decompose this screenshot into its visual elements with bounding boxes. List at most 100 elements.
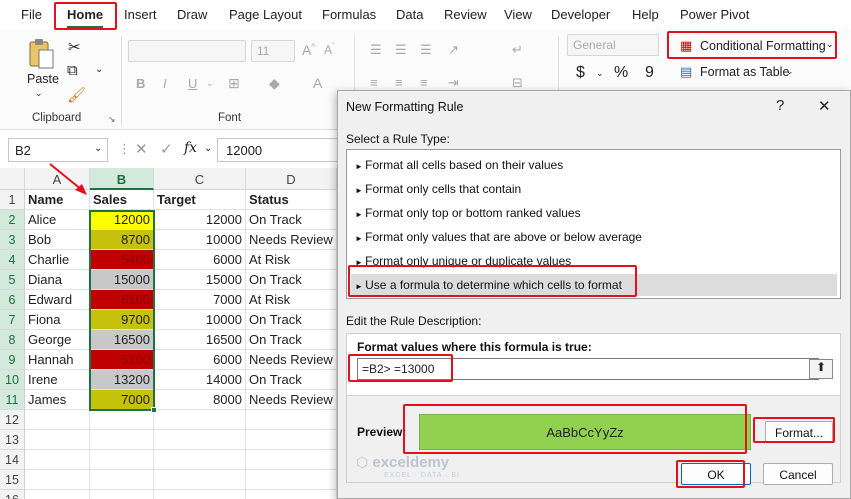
collapse-dialog-icon[interactable]: ⬆ xyxy=(809,359,833,379)
align-center-icon[interactable]: ≡ xyxy=(395,75,403,90)
cell-c11[interactable]: 8000 xyxy=(154,390,246,410)
row-header[interactable]: 4 xyxy=(0,250,25,270)
confirm-entry-icon[interactable]: ✓ xyxy=(160,140,173,158)
row-header[interactable]: 14 xyxy=(0,450,25,470)
cell-d5[interactable]: On Track xyxy=(246,270,337,290)
underline-dropdown-icon[interactable]: ⌄ xyxy=(206,78,214,89)
cell-a6[interactable]: Edward xyxy=(25,290,90,310)
cell-b2[interactable]: 12000 xyxy=(90,210,154,230)
row-header[interactable]: 12 xyxy=(0,410,25,430)
cell-d6[interactable]: At Risk xyxy=(246,290,337,310)
paste-dropdown-icon[interactable]: ⌄ xyxy=(35,88,43,99)
select-all-corner[interactable] xyxy=(0,168,25,190)
wrap-text-icon[interactable]: ↵ xyxy=(512,42,523,58)
paste-button[interactable]: Paste xyxy=(27,72,59,86)
format-as-table-icon[interactable]: ▤ xyxy=(680,64,692,80)
ok-button[interactable]: OK xyxy=(681,463,751,485)
rule-type-item[interactable]: ► Use a formula to determine which cells… xyxy=(351,274,837,296)
rule-type-item[interactable]: ► Format only top or bottom ranked value… xyxy=(351,202,837,224)
percent-button[interactable]: % xyxy=(614,64,628,82)
row-header[interactable]: 6 xyxy=(0,290,25,310)
cell-a7[interactable]: Fiona xyxy=(25,310,90,330)
cell-d15[interactable] xyxy=(246,470,337,490)
help-icon[interactable]: ? xyxy=(776,97,784,114)
cell-b12[interactable] xyxy=(90,410,154,430)
row-header[interactable]: 16 xyxy=(0,490,25,499)
cell-c16[interactable] xyxy=(154,490,246,499)
row-header[interactable]: 5 xyxy=(0,270,25,290)
cell-a10[interactable]: Irene xyxy=(25,370,90,390)
row-header[interactable]: 8 xyxy=(0,330,25,350)
cell-c12[interactable] xyxy=(154,410,246,430)
orientation-icon[interactable]: ↗ xyxy=(448,42,459,58)
underline-button[interactable]: U xyxy=(188,76,197,91)
cell-a14[interactable] xyxy=(25,450,90,470)
tab-view[interactable]: View xyxy=(504,7,532,22)
align-left-icon[interactable]: ≡ xyxy=(370,75,378,90)
font-color-icon[interactable]: A xyxy=(313,75,322,91)
cell-b4[interactable]: 5400 xyxy=(90,250,154,270)
merge-icon[interactable]: ⊟ xyxy=(512,75,523,91)
format-as-table-dropdown-icon[interactable]: ⌄ xyxy=(786,66,794,77)
cell-b13[interactable] xyxy=(90,430,154,450)
cell-b7[interactable]: 9700 xyxy=(90,310,154,330)
cell-a12[interactable] xyxy=(25,410,90,430)
conditional-formatting-button[interactable]: Conditional Formatting xyxy=(700,39,826,53)
cell-b6[interactable]: 6100 xyxy=(90,290,154,310)
cell-d13[interactable] xyxy=(246,430,337,450)
cell-b10[interactable]: 13200 xyxy=(90,370,154,390)
cell-b14[interactable] xyxy=(90,450,154,470)
align-middle-icon[interactable]: ☰ xyxy=(395,42,407,58)
copy-dropdown-icon[interactable]: ⌄ xyxy=(95,64,103,75)
cell-c8[interactable]: 16500 xyxy=(154,330,246,350)
cell-b5[interactable]: 15000 xyxy=(90,270,154,290)
font-size-select[interactable]: 11 xyxy=(251,40,295,62)
cell-b11[interactable]: 7000 xyxy=(90,390,154,410)
tab-formulas[interactable]: Formulas xyxy=(322,7,376,22)
rule-formula-input[interactable]: =B2> =13000 xyxy=(357,358,819,380)
cell-d1[interactable]: Status xyxy=(246,190,337,210)
cell-b16[interactable] xyxy=(90,490,154,499)
borders-icon[interactable]: ⊞ xyxy=(228,75,240,92)
format-painter-icon[interactable]: 🖌 xyxy=(67,86,86,104)
cell-b9[interactable]: 5100 xyxy=(90,350,154,370)
cell-c5[interactable]: 15000 xyxy=(154,270,246,290)
align-bottom-icon[interactable]: ☰ xyxy=(420,42,432,58)
cell-d7[interactable]: On Track xyxy=(246,310,337,330)
cell-a13[interactable] xyxy=(25,430,90,450)
tab-power-pivot[interactable]: Power Pivot xyxy=(680,7,749,22)
cancel-button[interactable]: Cancel xyxy=(763,463,833,485)
indent-icon[interactable]: ⇥ xyxy=(448,75,459,91)
cell-d10[interactable]: On Track xyxy=(246,370,337,390)
tab-home[interactable]: Home xyxy=(67,7,103,22)
column-header-d[interactable]: D xyxy=(246,168,337,190)
cell-a3[interactable]: Bob xyxy=(25,230,90,250)
currency-dropdown-icon[interactable]: ⌄ xyxy=(596,68,604,79)
cell-c6[interactable]: 7000 xyxy=(154,290,246,310)
row-header[interactable]: 3 xyxy=(0,230,25,250)
row-header[interactable]: 9 xyxy=(0,350,25,370)
rule-type-item[interactable]: ► Format only cells that contain xyxy=(351,178,837,200)
cut-icon[interactable]: ✂ xyxy=(68,38,81,56)
cell-c14[interactable] xyxy=(154,450,246,470)
number-format-select[interactable]: General xyxy=(567,34,659,56)
cell-d11[interactable]: Needs Review xyxy=(246,390,337,410)
rule-type-item[interactable]: ► Format only unique or duplicate values xyxy=(351,250,837,272)
tab-page-layout[interactable]: Page Layout xyxy=(229,7,302,22)
tab-review[interactable]: Review xyxy=(444,7,487,22)
font-name-select[interactable] xyxy=(128,40,246,62)
italic-button[interactable]: I xyxy=(163,76,167,91)
align-top-icon[interactable]: ☰ xyxy=(370,42,382,58)
cell-c1[interactable]: Target xyxy=(154,190,246,210)
cell-c10[interactable]: 14000 xyxy=(154,370,246,390)
cell-b15[interactable] xyxy=(90,470,154,490)
format-as-table-button[interactable]: Format as Table xyxy=(700,65,789,79)
cell-a2[interactable]: Alice xyxy=(25,210,90,230)
cell-d2[interactable]: On Track xyxy=(246,210,337,230)
cell-d3[interactable]: Needs Review xyxy=(246,230,337,250)
cell-a16[interactable] xyxy=(25,490,90,499)
cell-d9[interactable]: Needs Review xyxy=(246,350,337,370)
comma-button[interactable]: 9 xyxy=(645,64,654,82)
row-header[interactable]: 15 xyxy=(0,470,25,490)
row-header[interactable]: 7 xyxy=(0,310,25,330)
